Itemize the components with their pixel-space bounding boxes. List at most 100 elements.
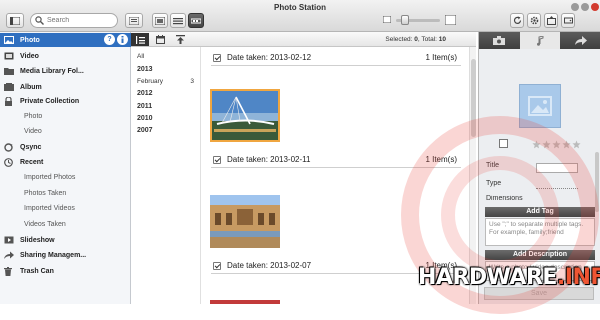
- photo-thumbnail[interactable]: [210, 195, 280, 248]
- sidebar-item-slideshow[interactable]: Slideshow: [0, 233, 131, 247]
- calendar-button[interactable]: [151, 33, 169, 46]
- sidebar-item-videos-taken[interactable]: Videos Taken: [0, 217, 131, 231]
- sidebar-item-album[interactable]: Album: [0, 80, 131, 94]
- details-panel: Title Type Dimensions Add Tag Use ";" to…: [478, 32, 600, 304]
- video-icon: [0, 52, 14, 60]
- date-group-header: Date taken: 2013-02-07 1 Item(s): [211, 260, 461, 274]
- sidebar-item-private-collection[interactable]: Private Collection: [0, 94, 131, 108]
- sidebar-item-imported-videos[interactable]: Imported Videos: [0, 201, 131, 215]
- sidebar-item-label: Trash Can: [20, 267, 54, 275]
- tag-input[interactable]: Use ";" to separate multiple tags. For e…: [485, 218, 595, 246]
- tab-info[interactable]: [520, 32, 560, 49]
- tab-share[interactable]: [561, 32, 600, 49]
- timeline-toggle-button[interactable]: [131, 33, 149, 46]
- upload-icon: [546, 16, 556, 25]
- qsync-icon: [0, 142, 14, 152]
- lock-icon: [0, 96, 14, 106]
- photo-grid: Date taken: 2013-02-12 1 Item(s) Date ta…: [201, 47, 469, 304]
- group-select-checkbox[interactable]: [213, 262, 221, 270]
- courtyard-photo: [210, 195, 280, 248]
- date-group-header: Date taken: 2013-02-11 1 Item(s): [211, 154, 461, 168]
- description-input[interactable]: Write a photo / video description: [485, 261, 595, 281]
- sidebar-item-video[interactable]: Video: [0, 49, 131, 63]
- album-icon: [0, 83, 14, 91]
- minimize-button[interactable]: [571, 3, 579, 11]
- close-button[interactable]: [591, 3, 599, 11]
- photo-thumbnail[interactable]: [210, 89, 280, 142]
- title-label: Title: [486, 162, 499, 169]
- timeline-year[interactable]: 2013: [137, 66, 153, 73]
- timeline-all[interactable]: All: [137, 53, 144, 60]
- menu-icon: [10, 16, 20, 25]
- star-icon[interactable]: [572, 140, 581, 149]
- timeline-year[interactable]: 2012: [137, 90, 153, 97]
- sidebar-item-label: Slideshow: [20, 236, 55, 244]
- thumbnail-view-button[interactable]: [152, 13, 168, 28]
- star-icon[interactable]: [552, 140, 561, 149]
- refresh-button[interactable]: [510, 13, 524, 28]
- search-input[interactable]: [47, 15, 115, 26]
- star-icon[interactable]: [562, 140, 571, 149]
- menu-toggle-button[interactable]: [6, 13, 24, 28]
- search-box[interactable]: [30, 13, 118, 28]
- save-button[interactable]: Save: [484, 287, 594, 300]
- group-select-checkbox[interactable]: [213, 156, 221, 164]
- top-toolbar: Photo Station: [0, 0, 600, 32]
- photo-thumbnail[interactable]: [210, 300, 280, 304]
- sidebar-item-label: Photo: [24, 112, 43, 120]
- info-button[interactable]: [117, 34, 128, 45]
- sidebar-item-sharing-management[interactable]: Sharing Managem...: [0, 248, 131, 262]
- preview-image: [519, 84, 561, 128]
- sidebar-item-private-video[interactable]: Video: [0, 124, 131, 138]
- content-scrollbar[interactable]: [469, 47, 476, 304]
- date-group-title: Date taken: 2013-02-11: [227, 155, 311, 164]
- timeline-month[interactable]: February: [137, 78, 163, 85]
- add-description-header[interactable]: Add Description: [485, 250, 595, 260]
- star-icon[interactable]: [532, 140, 541, 149]
- group-select-checkbox[interactable]: [213, 54, 221, 62]
- timeline-year[interactable]: 2010: [137, 115, 153, 122]
- sidebar-item-qsync[interactable]: Qsync: [0, 140, 131, 154]
- maximize-button[interactable]: [581, 3, 589, 11]
- sidebar-item-private-photo[interactable]: Photo: [0, 109, 131, 123]
- storage-button[interactable]: [561, 13, 575, 28]
- sidebar-item-photos-taken[interactable]: Photos Taken: [0, 186, 131, 200]
- help-button[interactable]: ?: [104, 34, 115, 45]
- star-icon[interactable]: [542, 140, 551, 149]
- zoom-slider-handle[interactable]: [401, 15, 409, 25]
- title-field[interactable]: [536, 163, 578, 173]
- tab-camera[interactable]: [479, 32, 519, 49]
- config-button[interactable]: [125, 13, 143, 28]
- date-group-header: Date taken: 2013-02-12 1 Item(s): [211, 52, 461, 66]
- trash-icon: [0, 266, 14, 276]
- sidebar-item-trash-can[interactable]: Trash Can: [0, 264, 131, 278]
- music-note-icon: [537, 35, 544, 46]
- photo-checkbox[interactable]: [499, 139, 508, 148]
- list-view-button[interactable]: [170, 13, 186, 28]
- timeline-year[interactable]: 2007: [137, 127, 153, 134]
- zoom-in-icon[interactable]: [445, 15, 456, 25]
- settings-button[interactable]: [527, 13, 541, 28]
- sidebar-item-label: Album: [20, 83, 42, 91]
- sidebar-item-imported-photos[interactable]: Imported Photos: [0, 170, 131, 184]
- timeline-year[interactable]: 2011: [137, 103, 152, 110]
- rating-stars[interactable]: [532, 140, 581, 149]
- sidebar-item-label: Photo: [20, 36, 40, 44]
- details-scrollbar[interactable]: [595, 152, 599, 212]
- content-toolbar: Selected: 0, Total: 10: [131, 32, 476, 47]
- sidebar-item-recent[interactable]: Recent: [0, 155, 131, 169]
- date-group-count: 1 Item(s): [425, 155, 457, 164]
- sidebar-item-media-library[interactable]: Media Library Fol...: [0, 64, 131, 78]
- info-icon: [121, 36, 124, 43]
- scrollbar-thumb[interactable]: [471, 59, 476, 137]
- upload-button[interactable]: [544, 13, 558, 28]
- selected-label: Selected:: [385, 36, 413, 43]
- add-tag-header[interactable]: Add Tag: [485, 207, 595, 217]
- scroll-top-button[interactable]: [171, 33, 189, 46]
- settings-list-icon: [129, 16, 139, 25]
- search-icon: [35, 16, 44, 25]
- sidebar-item-photo[interactable]: Photo ?: [0, 33, 131, 47]
- zoom-out-icon[interactable]: [383, 16, 391, 23]
- sidebar: Photo ? Video Media Library Fol... Album…: [0, 32, 131, 304]
- timeline-view-button[interactable]: [188, 13, 204, 28]
